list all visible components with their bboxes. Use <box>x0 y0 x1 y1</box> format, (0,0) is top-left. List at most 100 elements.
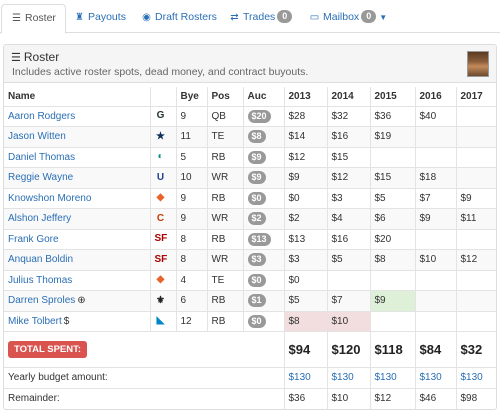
pos-cell: RB <box>206 228 243 250</box>
player-link[interactable]: Jason Witten <box>8 131 66 142</box>
auc-cell: $1 <box>242 290 284 311</box>
exchange-icon: ⇄ <box>230 12 239 23</box>
salary-2015-cell: $5 <box>369 187 415 209</box>
col-auc: Auc <box>242 87 284 106</box>
salary-2017-cell: $11 <box>455 208 496 229</box>
salary-2017-cell <box>455 105 496 127</box>
salary-2014-cell: $12 <box>326 167 370 188</box>
salary-2016-cell <box>414 290 456 311</box>
auction-badge: $1 <box>247 294 266 308</box>
tab-payouts[interactable]: ♜ Payouts <box>74 4 126 33</box>
player-link[interactable]: Knowshon Moreno <box>8 193 91 204</box>
col-2013: 2013 <box>283 87 327 106</box>
salary-2013-cell: $13 <box>283 228 327 250</box>
salary-2014-cell: $16 <box>326 126 370 147</box>
salary-2014-cell: $4 <box>326 208 370 229</box>
player-link[interactable]: Mike Tolbert <box>8 316 62 327</box>
salary-2013-cell: $0 <box>283 187 327 209</box>
salary-2013-cell: $14 <box>283 126 327 147</box>
table-row: Reggie Wayne U 10 WR $9 $9 $12 $15 $18 <box>4 167 496 188</box>
pos-cell: RB <box>206 290 243 311</box>
salary-2014-cell: $7 <box>326 290 370 311</box>
salary-2013-cell: $5 <box>283 290 327 311</box>
salary-2017-cell <box>455 126 496 147</box>
dollar-icon: $ <box>63 315 70 327</box>
salary-2016-cell: $7 <box>414 187 456 209</box>
tab-draft-rosters[interactable]: ◉ Draft Rosters <box>141 4 217 33</box>
team-logo-cell: ◆ <box>149 187 176 209</box>
tab-trades[interactable]: ⇄ Trades 0 <box>229 4 293 33</box>
col-2017: 2017 <box>455 87 496 106</box>
player-link[interactable]: Anquan Boldin <box>8 254 73 265</box>
budget-2017[interactable]: $130 <box>455 367 496 388</box>
salary-2015-cell: $36 <box>369 105 415 127</box>
player-link[interactable]: Darren Sproles <box>8 295 75 306</box>
team-logo-icon: ⚜ <box>156 294 165 306</box>
salary-2016-cell <box>414 228 456 250</box>
panel-subtitle: Includes active roster spots, dead money… <box>12 66 309 78</box>
player-name-cell: Alshon Jeffery <box>4 208 150 229</box>
table-row: Mike Tolbert $ ◣ 12 RB $0 $8 $10 <box>4 310 496 332</box>
salary-2015-cell <box>369 146 415 168</box>
total-2016: $84 <box>414 331 456 368</box>
roster-table: Name Bye Pos Auc 2013 2014 2015 2016 201… <box>4 87 496 409</box>
salary-2017-cell <box>455 290 496 311</box>
salary-2015-cell: $8 <box>369 249 415 270</box>
bye-cell: 10 <box>175 167 207 188</box>
auc-cell: $0 <box>242 187 284 209</box>
auction-badge: $0 <box>247 314 266 328</box>
roster-panel: ☰ Roster Includes active roster spots, de… <box>3 44 497 410</box>
panel-title: ☰ Roster <box>11 50 60 64</box>
auction-badge: $2 <box>247 212 266 226</box>
auction-badge: $0 <box>247 273 266 287</box>
table-row: Daniel Thomas ◐ 5 RB $9 $12 $15 <box>4 146 496 168</box>
team-logo-icon: SF <box>154 233 168 245</box>
budget-2013[interactable]: $130 <box>283 367 327 388</box>
auction-badge: $9 <box>247 150 266 164</box>
player-name-cell: Aaron Rodgers <box>4 105 150 127</box>
tab-mailbox[interactable]: ▭ Mailbox 0 ▼ <box>309 4 387 33</box>
player-link[interactable]: Julius Thomas <box>8 275 72 286</box>
col-2016: 2016 <box>414 87 456 106</box>
bye-cell: 4 <box>175 269 207 291</box>
bye-cell: 12 <box>175 310 207 332</box>
bye-cell: 11 <box>175 126 207 147</box>
player-name-cell: Mike Tolbert $ <box>4 310 150 332</box>
list-icon: ☰ <box>11 52 21 64</box>
tab-roster[interactable]: ☰ Roster <box>1 4 66 34</box>
budget-2014[interactable]: $130 <box>326 367 370 388</box>
total-2017: $32 <box>455 331 496 368</box>
total-cell: TOTAL SPENT: <box>4 331 284 368</box>
team-logo-cell: SF <box>149 228 176 250</box>
avatar[interactable] <box>467 51 489 77</box>
player-link[interactable]: Alshon Jeffery <box>8 213 71 224</box>
budget-2016[interactable]: $130 <box>414 367 456 388</box>
player-link[interactable]: Aaron Rodgers <box>8 111 75 122</box>
col-bye: Bye <box>175 87 207 106</box>
table-row: Alshon Jeffery C 9 WR $2 $2 $4 $6 $9 $11 <box>4 208 496 229</box>
salary-2017-cell <box>455 228 496 250</box>
team-logo-cell: C <box>149 208 176 229</box>
budget-label: Yearly budget amount: <box>4 367 284 388</box>
salary-2015-cell <box>369 269 415 291</box>
player-link[interactable]: Reggie Wayne <box>8 172 73 183</box>
auc-cell: $0 <box>242 269 284 291</box>
salary-2017-cell <box>455 167 496 188</box>
salary-2015-cell: $15 <box>369 167 415 188</box>
salary-2016-cell: $10 <box>414 249 456 270</box>
col-pos: Pos <box>206 87 243 106</box>
remainder-label: Remainder: <box>4 387 284 409</box>
player-name-cell: Frank Gore <box>4 228 150 250</box>
panel-heading: ☰ Roster Includes active roster spots, de… <box>4 45 496 83</box>
player-link[interactable]: Frank Gore <box>8 234 59 245</box>
auction-badge: $9 <box>247 171 266 185</box>
budget-2015[interactable]: $130 <box>369 367 415 388</box>
table-row: Knowshon Moreno ◆ 9 RB $0 $0 $3 $5 $7 $9 <box>4 187 496 209</box>
total-row: TOTAL SPENT: $94 $120 $118 $84 $32 <box>4 331 496 368</box>
bye-cell: 8 <box>175 228 207 250</box>
table-row: Aaron Rodgers G 9 QB $20 $28 $32 $36 $40 <box>4 105 496 127</box>
team-logo-icon: ◆ <box>156 192 165 204</box>
team-logo-cell: ◣ <box>149 310 176 332</box>
player-link[interactable]: Daniel Thomas <box>8 152 75 163</box>
salary-2017-cell <box>455 269 496 291</box>
